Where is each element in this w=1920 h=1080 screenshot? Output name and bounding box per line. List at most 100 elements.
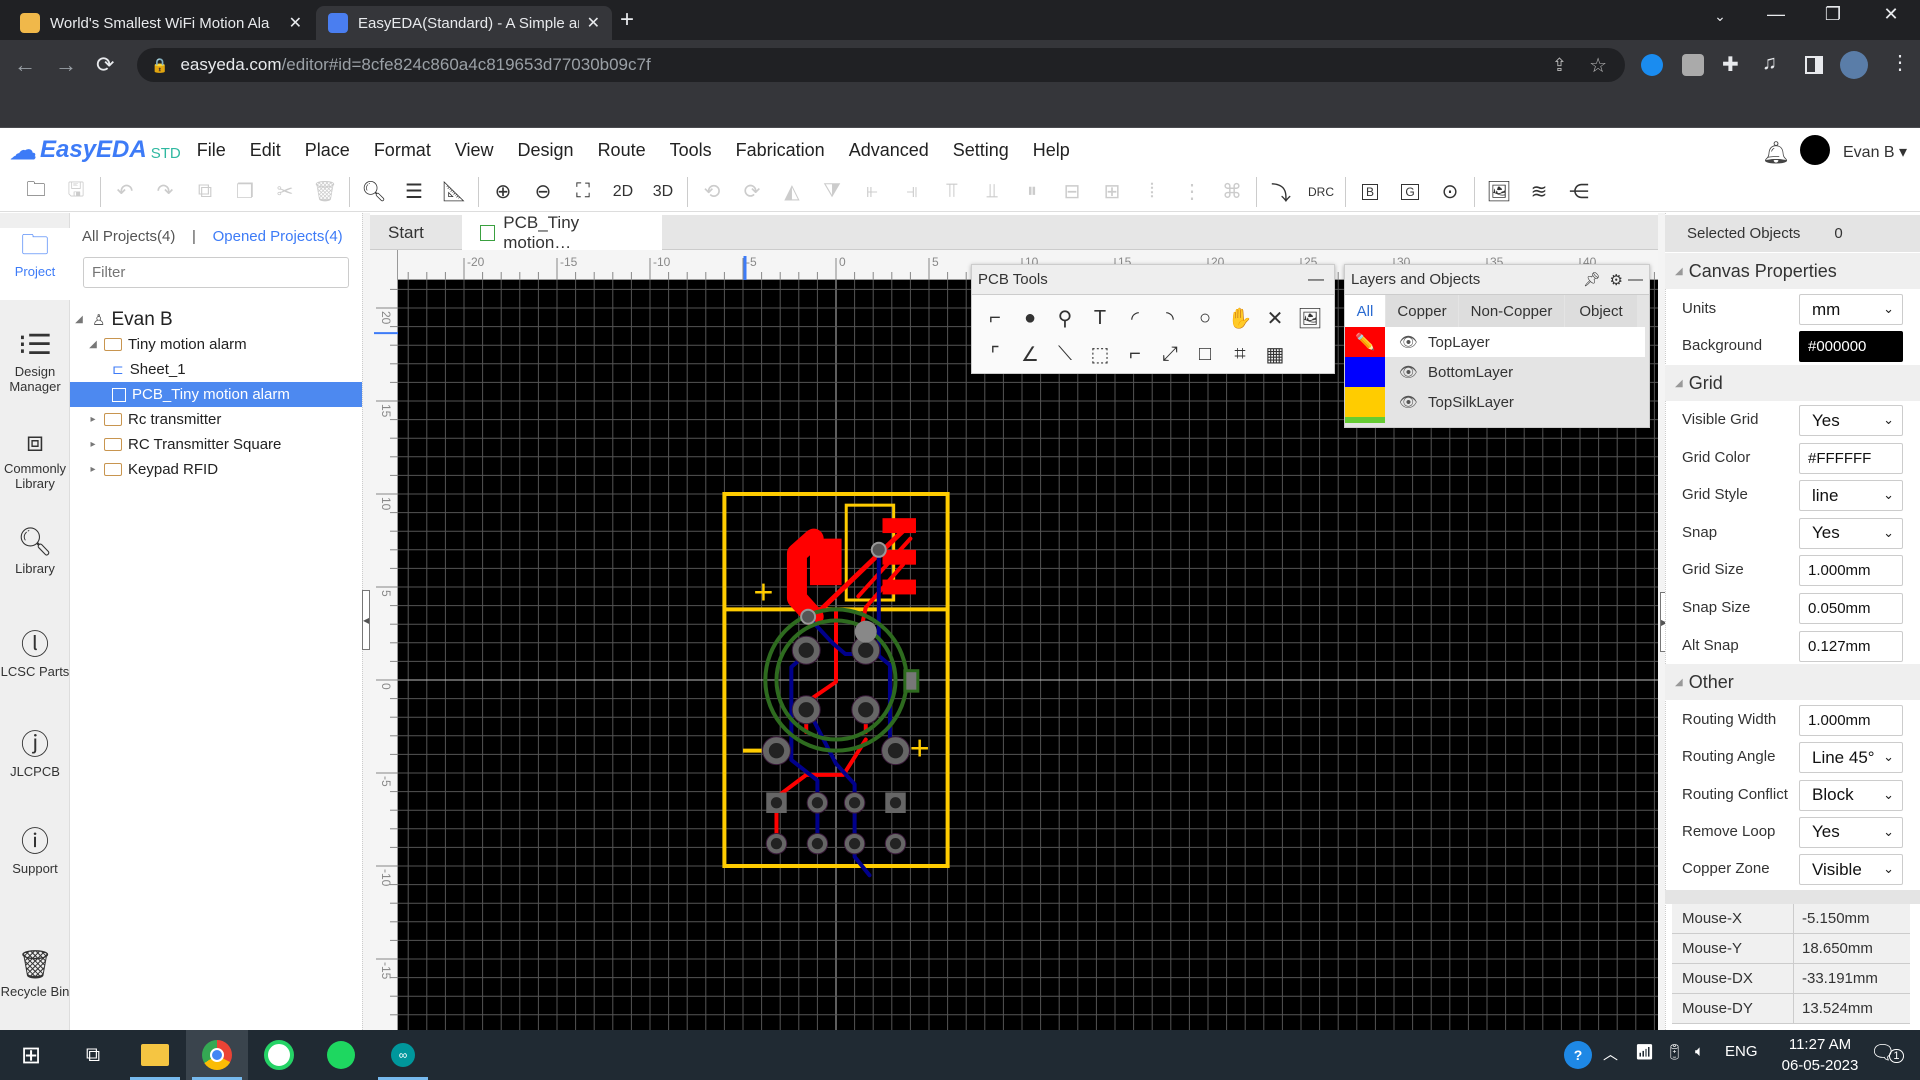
collapse-arrow-icon[interactable]: ◢ bbox=[86, 339, 100, 350]
menu-place[interactable]: Place bbox=[293, 140, 362, 161]
menu-fabrication[interactable]: Fabrication bbox=[724, 140, 837, 161]
wifi-icon[interactable]: 📶︎ bbox=[1635, 1043, 1654, 1061]
gerber-icon[interactable]: G bbox=[1390, 176, 1430, 208]
task-view-button[interactable]: ⧉ bbox=[62, 1030, 124, 1080]
cut-icon[interactable]: ✂ bbox=[265, 176, 305, 208]
prop-background-input[interactable]: #000000 bbox=[1799, 331, 1903, 362]
prop-alt-snap-input[interactable]: 0.127mm bbox=[1799, 630, 1903, 662]
prop-copper-zone-select[interactable]: Visible ⌄ bbox=[1799, 854, 1903, 886]
view-3d-button[interactable]: 3D bbox=[643, 176, 683, 208]
visibility-eye-icon[interactable]: 👁︎ bbox=[1399, 333, 1418, 351]
delete-icon[interactable]: 🗑︎ bbox=[305, 176, 345, 208]
expand-arrow-icon[interactable]: ▸ bbox=[86, 464, 100, 475]
user-avatar[interactable] bbox=[1800, 135, 1830, 165]
browser-menu-icon[interactable]: ⋮ bbox=[1890, 50, 1910, 75]
bookmark-star-icon[interactable]: ☆ bbox=[1589, 53, 1607, 78]
all-projects-link[interactable]: All Projects(4) bbox=[82, 228, 175, 245]
menu-format[interactable]: Format bbox=[362, 140, 443, 161]
forward-icon[interactable]: → bbox=[55, 52, 77, 78]
back-icon[interactable]: ← bbox=[14, 52, 36, 78]
tree-item[interactable]: ⊏ Sheet_1 bbox=[70, 357, 362, 382]
menu-advanced[interactable]: Advanced bbox=[837, 140, 941, 161]
tool-cross-probe-icon[interactable]: ⌗ bbox=[1225, 339, 1255, 369]
group-icon[interactable]: ⌘ bbox=[1212, 176, 1252, 208]
media-control-icon[interactable]: ♫ bbox=[1762, 52, 1777, 75]
sidebar-support[interactable]: ⓘ Support bbox=[0, 825, 70, 876]
side-panel-icon[interactable] bbox=[1805, 56, 1823, 74]
close-window-button[interactable]: ✕ bbox=[1871, 4, 1911, 25]
layer-row-bottomlayer[interactable]: 👁︎ BottomLayer bbox=[1345, 357, 1645, 387]
undo-icon[interactable]: ↶ bbox=[105, 176, 145, 208]
user-menu[interactable]: Evan B ▾ bbox=[1843, 142, 1907, 162]
extensions-puzzle-icon[interactable]: ✚ bbox=[1722, 52, 1739, 77]
search-icon[interactable]: 🔍︎ bbox=[354, 176, 394, 208]
zoom-in-icon[interactable]: ⊕ bbox=[483, 176, 523, 208]
sidebar-commonly-library[interactable]: ⧈ Commonly Library bbox=[0, 425, 70, 491]
tree-item[interactable]: ◢ Tiny motion alarm bbox=[70, 332, 362, 357]
expand-arrow-icon[interactable]: ▸ bbox=[86, 439, 100, 450]
route-icon[interactable]: ⤵ bbox=[1261, 176, 1301, 208]
prop-remove-loop-select[interactable]: Yes ⌄ bbox=[1799, 816, 1903, 848]
open-icon[interactable]: 🗀 bbox=[16, 176, 56, 208]
zoom-out-icon[interactable]: ⊖ bbox=[523, 176, 563, 208]
bom-icon[interactable]: B bbox=[1350, 176, 1390, 208]
minimize-panel-icon[interactable]: — bbox=[1628, 271, 1643, 288]
prop-routing-width-input[interactable]: 1.000mm bbox=[1799, 705, 1903, 736]
menu-route[interactable]: Route bbox=[586, 140, 658, 161]
export-image-icon[interactable]: 🖼︎ bbox=[1479, 176, 1519, 208]
tool-protractor-icon[interactable]: ∠ bbox=[1015, 339, 1045, 369]
smd-pad[interactable] bbox=[882, 549, 916, 565]
tree-item[interactable]: ▸ Keypad RFID bbox=[70, 457, 362, 482]
layers-tab-object[interactable]: Object bbox=[1565, 295, 1637, 327]
prop-routing-conflict-select[interactable]: Block ⌄ bbox=[1799, 779, 1903, 811]
tool-rotate-measure-icon[interactable]: ⤢ bbox=[1155, 339, 1185, 369]
align-top-icon[interactable]: ⫪ bbox=[932, 176, 972, 208]
section-canvas-properties[interactable]: ◢ Canvas Properties bbox=[1665, 253, 1920, 289]
tool-arc-center-icon[interactable]: ◜ bbox=[1120, 303, 1150, 333]
sidebar-jlcpcb[interactable]: ⓙ JLCPCB bbox=[0, 728, 70, 779]
layers-icon[interactable]: ≋ bbox=[1519, 176, 1559, 208]
volume-icon[interactable]: 🔈︎ bbox=[1695, 1043, 1704, 1060]
language-indicator[interactable]: ENG bbox=[1725, 1043, 1758, 1060]
smd-pad[interactable] bbox=[882, 518, 916, 534]
menu-setting[interactable]: Setting bbox=[941, 140, 1021, 161]
tool-rect-icon[interactable]: □ bbox=[1190, 339, 1220, 369]
tool-table-icon[interactable]: ▦ bbox=[1260, 339, 1290, 369]
via[interactable] bbox=[800, 608, 817, 625]
taskbar-file-explorer[interactable] bbox=[124, 1030, 186, 1080]
measure-icon[interactable]: 📐︎ bbox=[434, 176, 474, 208]
browser-tab-easyeda[interactable]: EasyEDA(Standard) - A Simple an ✕ bbox=[316, 6, 612, 40]
tab-pcb-tiny-motion[interactable]: PCB_Tiny motion… bbox=[462, 213, 662, 252]
smd-pad-large[interactable] bbox=[809, 538, 842, 586]
tool-via-icon[interactable]: ⚲ bbox=[1050, 303, 1080, 333]
section-grid[interactable]: ◢ Grid bbox=[1665, 365, 1920, 401]
settings-gear-icon[interactable]: ⚙ bbox=[1610, 271, 1623, 289]
tree-item[interactable]: ▸ RC Transmitter Square bbox=[70, 432, 362, 457]
fit-view-icon[interactable]: ⛶ bbox=[563, 176, 603, 208]
share-icon[interactable]: ⇪ bbox=[1552, 55, 1567, 76]
sidebar-project[interactable]: 🗀 Project bbox=[0, 228, 70, 300]
drc-button[interactable]: DRC bbox=[1301, 176, 1341, 208]
align-grid-icon[interactable]: ⊞ bbox=[1092, 176, 1132, 208]
align-left-icon[interactable]: ⫦ bbox=[852, 176, 892, 208]
redo-icon[interactable]: ↷ bbox=[145, 176, 185, 208]
menu-design[interactable]: Design bbox=[506, 140, 586, 161]
rotate-left-icon[interactable]: ⟲ bbox=[692, 176, 732, 208]
pick-place-icon[interactable]: ⊙ bbox=[1430, 176, 1470, 208]
layer-color-swatch[interactable] bbox=[1345, 387, 1385, 417]
prop-visible-grid-select[interactable]: Yes ⌄ bbox=[1799, 405, 1903, 436]
tab-search-icon[interactable]: ⌄ bbox=[1700, 8, 1740, 25]
tree-owner[interactable]: ◢ ♙ Evan B bbox=[70, 307, 362, 332]
distribute-v-icon[interactable]: ⋮ bbox=[1172, 176, 1212, 208]
prop-snap-select[interactable]: Yes ⌄ bbox=[1799, 517, 1903, 549]
layers-header[interactable]: Layers and Objects 📌︎ ⚙ — bbox=[1345, 265, 1649, 295]
expand-arrow-icon[interactable]: ◢ bbox=[72, 314, 86, 325]
project-filter-input[interactable] bbox=[83, 257, 349, 288]
prop-grid-style-select[interactable]: line ⌄ bbox=[1799, 480, 1903, 512]
help-tray-icon[interactable]: ? bbox=[1564, 1041, 1592, 1069]
pcb-tools-header[interactable]: PCB Tools — bbox=[972, 265, 1334, 295]
copy-icon[interactable]: ❐ bbox=[225, 176, 265, 208]
menu-help[interactable]: Help bbox=[1021, 140, 1082, 161]
opened-projects-link[interactable]: Opened Projects(4) bbox=[213, 228, 343, 245]
shazam-extension-icon[interactable] bbox=[1641, 54, 1663, 76]
